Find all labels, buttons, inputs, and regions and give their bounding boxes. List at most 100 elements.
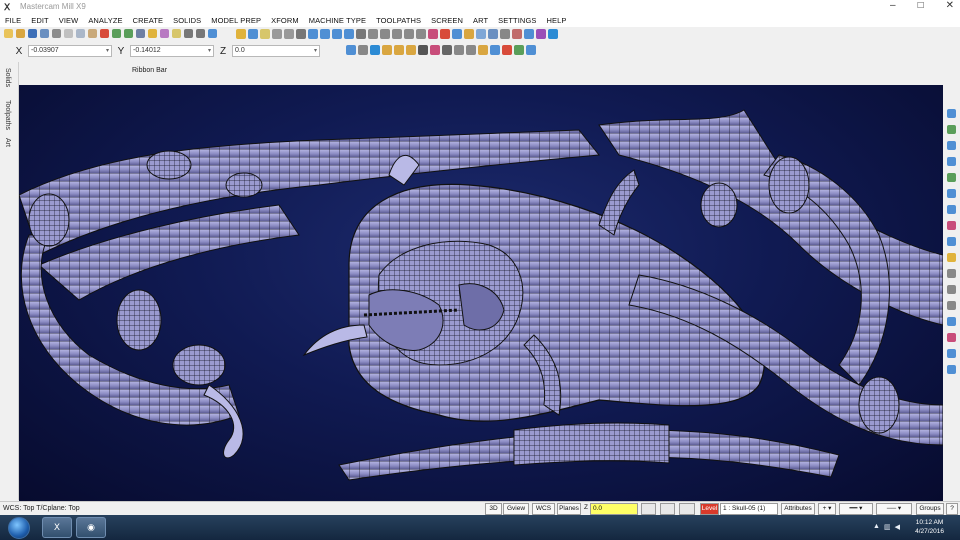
- shade-icon[interactable]: [478, 45, 488, 55]
- tab-toolpaths[interactable]: Toolpaths: [4, 100, 11, 130]
- cut-icon[interactable]: [64, 29, 73, 38]
- folder-icon[interactable]: [382, 45, 392, 55]
- delete-icon[interactable]: [100, 29, 109, 38]
- save-as-icon[interactable]: [40, 29, 49, 38]
- edit-icon[interactable]: [148, 29, 157, 38]
- menu-xform[interactable]: XFORM: [266, 16, 304, 25]
- view-side-icon[interactable]: [947, 141, 956, 150]
- fillet-tool-icon[interactable]: [947, 301, 956, 310]
- menu-model-prep[interactable]: MODEL PREP: [206, 16, 266, 25]
- trim-icon[interactable]: [172, 29, 181, 38]
- z-depth-field[interactable]: 0.0: [590, 503, 638, 515]
- backplot-icon[interactable]: [476, 29, 486, 39]
- line-style-dropdown[interactable]: ━━ ▾: [839, 503, 873, 515]
- solid-cylinder-icon[interactable]: [380, 29, 390, 39]
- curve-tool-icon[interactable]: [947, 285, 956, 294]
- menu-edit[interactable]: EDIT: [26, 16, 53, 25]
- fillet-icon[interactable]: [184, 29, 193, 38]
- undo-icon[interactable]: [112, 29, 121, 38]
- dropdown-icon[interactable]: ▾: [208, 46, 211, 56]
- toolpath-icon[interactable]: [440, 29, 450, 39]
- volume-icon[interactable]: ◀: [895, 523, 900, 531]
- view-iso-icon[interactable]: [947, 157, 956, 166]
- z-coordinate-field[interactable]: 0.0 ▾: [232, 45, 320, 57]
- menu-art[interactable]: ART: [468, 16, 493, 25]
- maximize-icon[interactable]: □: [918, 0, 924, 11]
- verify-icon[interactable]: [452, 29, 462, 39]
- tab-art[interactable]: Art: [4, 138, 11, 147]
- solid-sphere-icon[interactable]: [392, 29, 402, 39]
- spline-icon[interactable]: [344, 29, 354, 39]
- view-icon[interactable]: [490, 45, 500, 55]
- dropdown-icon[interactable]: ▾: [314, 46, 317, 56]
- hide-icon[interactable]: [502, 45, 512, 55]
- show-icon[interactable]: [514, 45, 524, 55]
- zoom-icon[interactable]: [526, 45, 536, 55]
- extrude-icon[interactable]: [404, 29, 414, 39]
- menu-analyze[interactable]: ANALYZE: [83, 16, 127, 25]
- menu-settings[interactable]: SETTINGS: [493, 16, 541, 25]
- rectangle-icon[interactable]: [356, 29, 366, 39]
- menu-screen[interactable]: SCREEN: [426, 16, 468, 25]
- menu-create[interactable]: CREATE: [128, 16, 168, 25]
- line-width-dropdown[interactable]: ── ▾: [876, 503, 912, 515]
- view-top-icon[interactable]: [947, 109, 956, 118]
- menu-machine-type[interactable]: MACHINE TYPE: [304, 16, 371, 25]
- info-icon[interactable]: [208, 29, 217, 38]
- level-button[interactable]: Level: [700, 503, 719, 515]
- break-icon[interactable]: [296, 29, 306, 39]
- menu-help[interactable]: HELP: [541, 16, 571, 25]
- unzoom-icon[interactable]: [947, 205, 956, 214]
- autocursor-icon[interactable]: [346, 45, 356, 55]
- regen-icon[interactable]: [136, 29, 145, 38]
- groups-button[interactable]: Groups: [916, 503, 944, 515]
- browser-app-icon[interactable]: ◉: [76, 517, 106, 538]
- wcs-button[interactable]: WCS: [532, 503, 555, 515]
- extend-icon[interactable]: [284, 29, 294, 39]
- chamfer-icon[interactable]: [196, 29, 205, 38]
- select-icon[interactable]: [430, 45, 440, 55]
- open-level-icon[interactable]: [394, 45, 404, 55]
- menu-view[interactable]: VIEW: [54, 16, 84, 25]
- 3d-button[interactable]: 3D: [485, 503, 502, 515]
- mirror-icon[interactable]: [428, 29, 438, 39]
- move-icon[interactable]: [466, 45, 476, 55]
- new-file-icon[interactable]: [4, 29, 13, 38]
- circle-tool-icon[interactable]: [947, 237, 956, 246]
- attributes-button[interactable]: Attributes: [781, 503, 815, 515]
- art-icon[interactable]: [464, 29, 474, 39]
- join-tool-icon[interactable]: [947, 349, 956, 358]
- tab-solids[interactable]: Solids: [4, 68, 11, 87]
- surface-color-icon[interactable]: [660, 503, 675, 515]
- x-coordinate-field[interactable]: -0.03907 ▾: [28, 45, 112, 57]
- point-tool-icon[interactable]: [947, 365, 956, 374]
- fit-icon[interactable]: [947, 173, 956, 182]
- dropdown-icon[interactable]: ▾: [106, 46, 109, 56]
- menu-file[interactable]: FILE: [0, 16, 26, 25]
- menu-toolpaths[interactable]: TOOLPATHS: [371, 16, 426, 25]
- group-icon[interactable]: [406, 45, 416, 55]
- pencil-tool-icon[interactable]: [947, 253, 956, 262]
- line-icon[interactable]: [320, 29, 330, 39]
- arc-icon[interactable]: [332, 29, 342, 39]
- graphics-viewport[interactable]: [19, 85, 943, 501]
- zoom-window-icon[interactable]: [947, 189, 956, 198]
- color-icon[interactable]: [641, 503, 656, 515]
- show-hidden-icons-icon[interactable]: ▲: [873, 523, 880, 531]
- help-button[interactable]: ?: [946, 503, 958, 515]
- brush-icon[interactable]: [260, 29, 270, 39]
- point-icon[interactable]: [308, 29, 318, 39]
- arc-tool-icon[interactable]: [947, 269, 956, 278]
- window-select-icon[interactable]: [442, 45, 452, 55]
- fast-point-icon[interactable]: [358, 45, 368, 55]
- mastercam-app-icon[interactable]: Ⅹ: [42, 517, 72, 538]
- gview-button[interactable]: Gview: [503, 503, 529, 515]
- line-tool-icon[interactable]: [947, 221, 956, 230]
- trim-curve-icon[interactable]: [272, 29, 282, 39]
- redo-icon[interactable]: [124, 29, 133, 38]
- view-front-icon[interactable]: [947, 125, 956, 134]
- point-style-dropdown[interactable]: + ▾: [818, 503, 836, 515]
- solid-box-icon[interactable]: [368, 29, 378, 39]
- windows-start-orb-icon[interactable]: [8, 517, 30, 539]
- menu-solids[interactable]: SOLIDS: [168, 16, 206, 25]
